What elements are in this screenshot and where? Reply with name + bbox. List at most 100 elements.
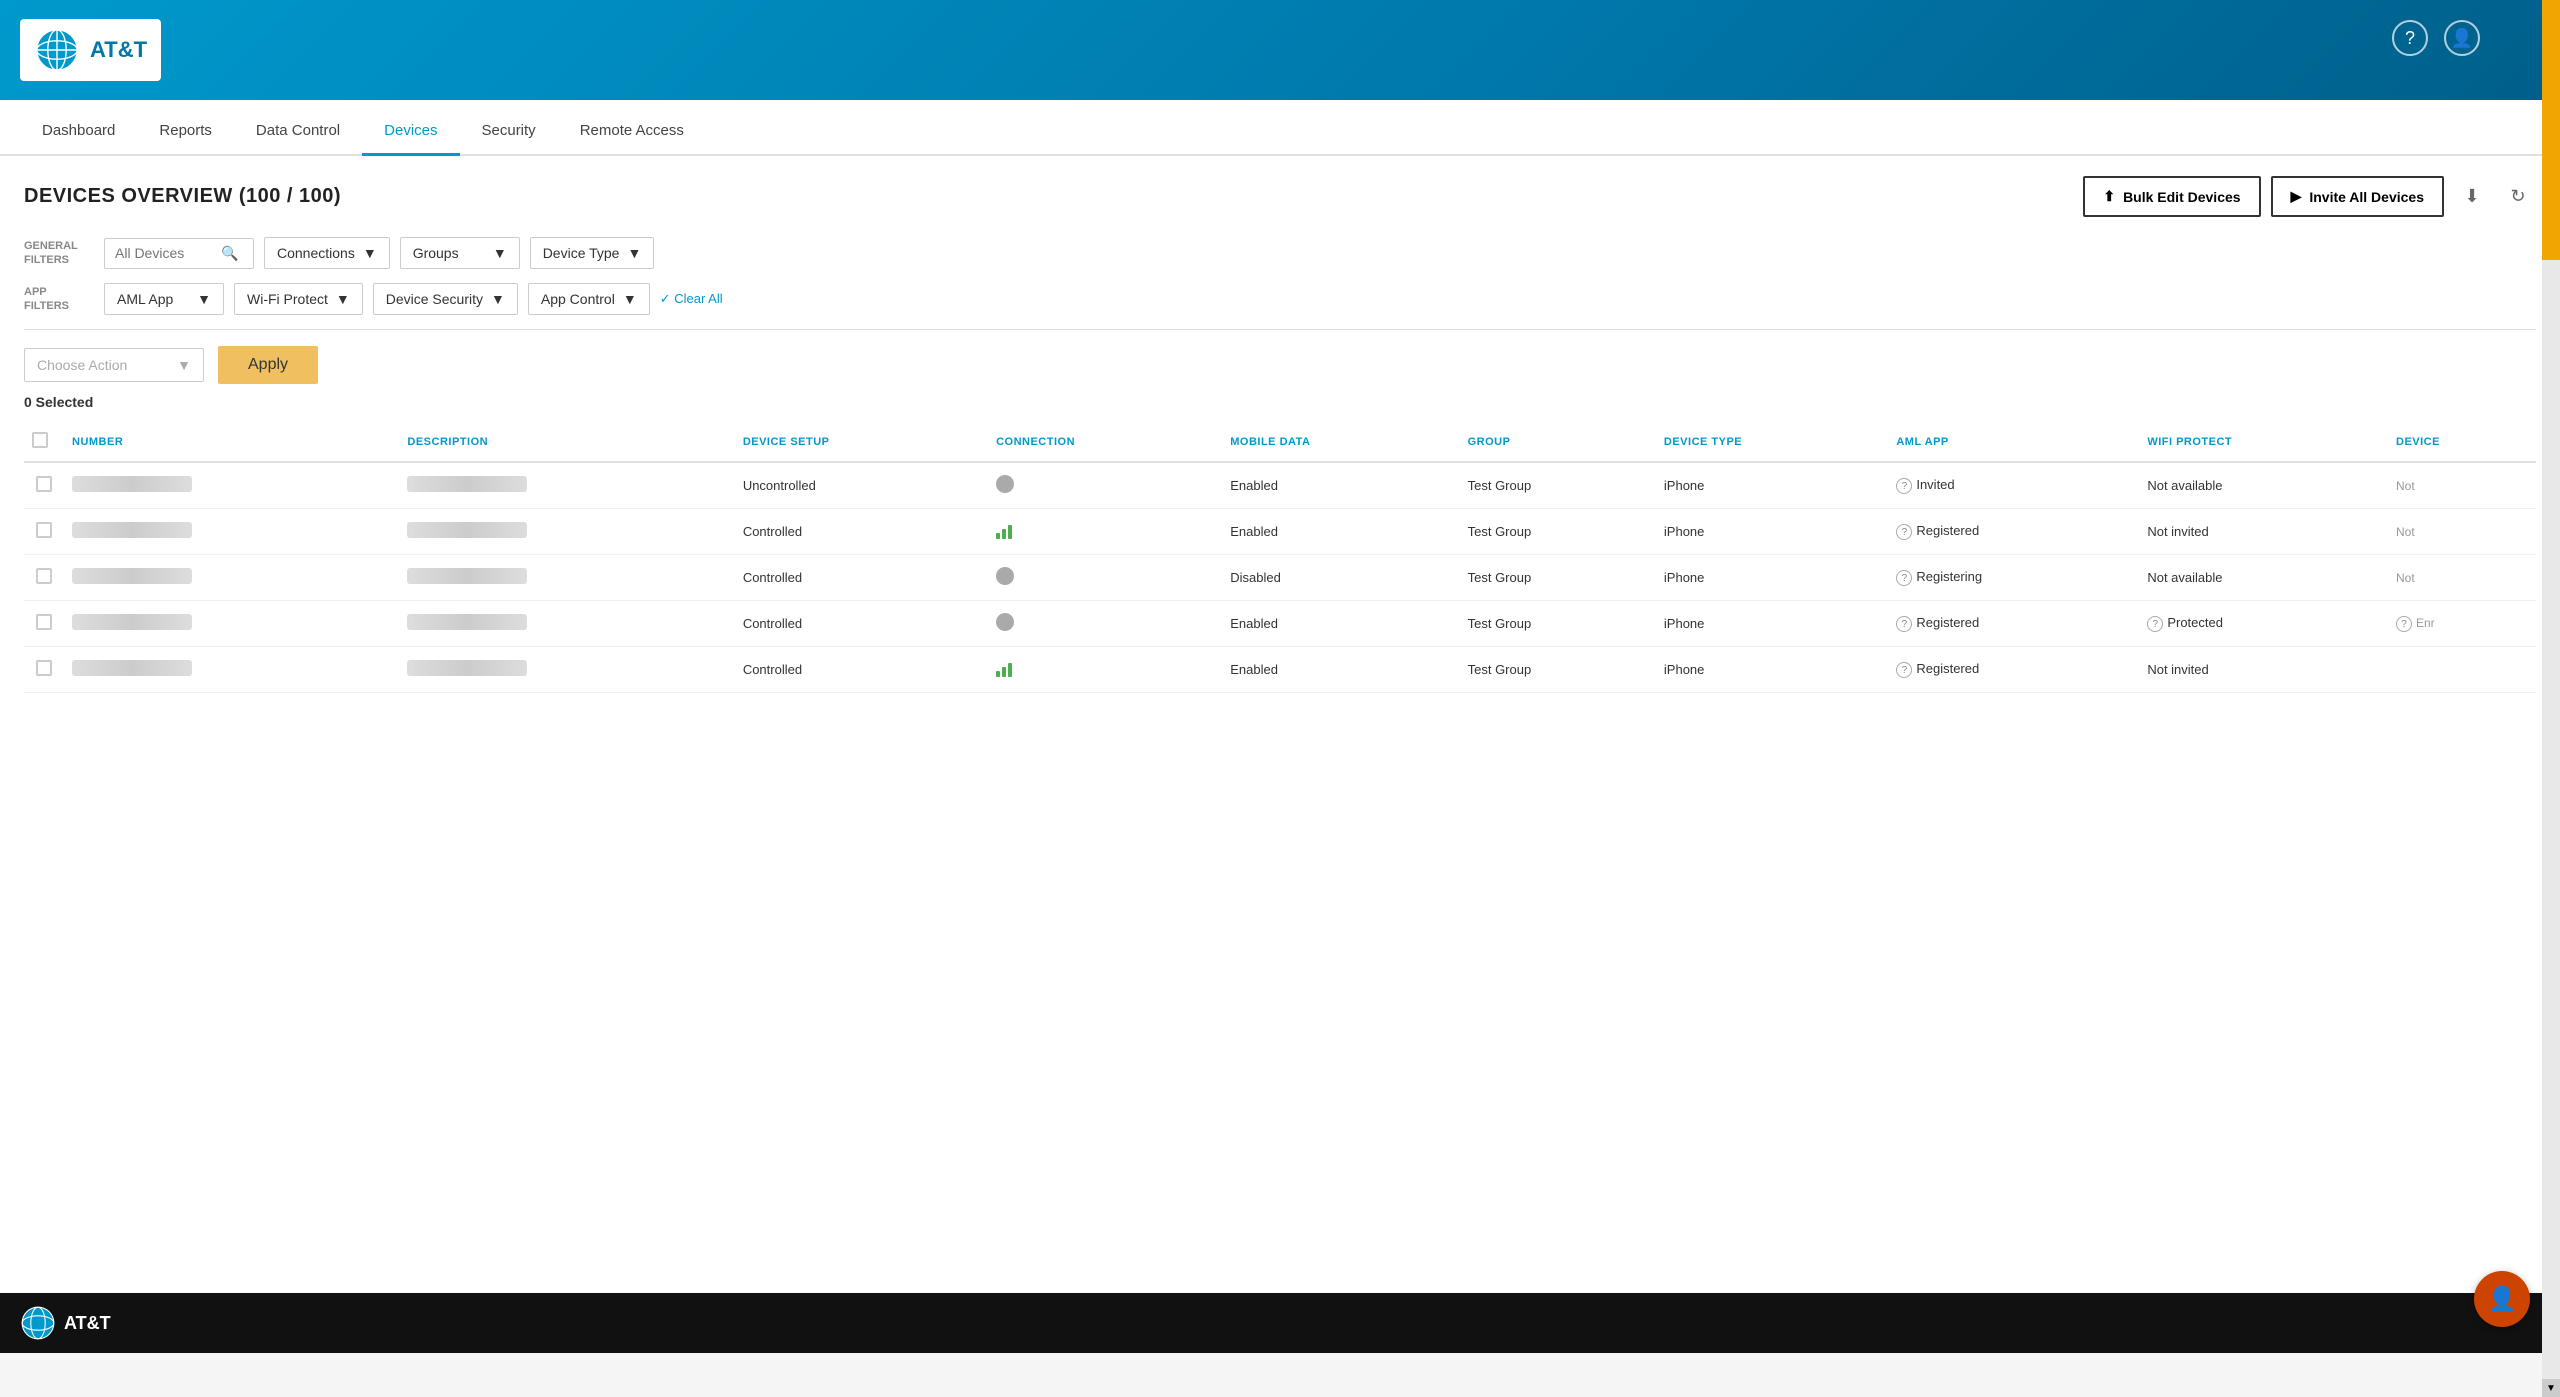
header-icons: ? 👤: [2392, 20, 2480, 56]
row-aml-app-4: ?Registered: [1888, 647, 2139, 693]
row-device-setup-3: Controlled: [735, 601, 988, 647]
table-row: ControlledEnabledTest GroupiPhone?Regist…: [24, 601, 2536, 647]
groups-label: Groups: [413, 245, 459, 261]
nav-item-data-control[interactable]: Data Control: [234, 108, 362, 156]
logo-area: AT&T: [20, 19, 161, 81]
clear-all-link[interactable]: ✓ Clear All: [660, 291, 723, 307]
main-content: DEVICES OVERVIEW (100 / 100) ⬆ Bulk Edit…: [0, 156, 2560, 1293]
row-device-2: Not: [2388, 555, 2536, 601]
nav-item-dashboard[interactable]: Dashboard: [20, 108, 137, 156]
general-filters-label: GENERAL FILTERS: [24, 239, 94, 268]
row-mobile-data-4: Enabled: [1222, 647, 1459, 693]
apply-button[interactable]: Apply: [218, 346, 318, 384]
groups-dropdown[interactable]: Groups ▼: [400, 237, 520, 269]
row-group-0: Test Group: [1460, 462, 1656, 509]
all-devices-search[interactable]: 🔍: [104, 238, 254, 269]
device-help-icon: ?: [2396, 616, 2412, 632]
connections-dropdown[interactable]: Connections ▼: [264, 237, 390, 269]
row-checkbox-3[interactable]: [36, 614, 52, 630]
row-aml-app-3: ?Registered: [1888, 601, 2139, 647]
table-header: NUMBER DESCRIPTION DEVICE SETUP CONNECTI…: [24, 422, 2536, 462]
device-type-chevron-icon: ▼: [627, 245, 641, 261]
wifi-help-icon: ?: [2147, 616, 2163, 632]
row-checkbox-2[interactable]: [36, 568, 52, 584]
select-all-checkbox[interactable]: [32, 432, 48, 448]
nav-item-remote-access[interactable]: Remote Access: [558, 108, 706, 156]
selected-count: 0 Selected: [24, 394, 2536, 410]
user-button[interactable]: 👤: [2444, 20, 2480, 56]
row-device-4: [2388, 647, 2536, 693]
footer-globe-icon: [20, 1305, 56, 1341]
nav-item-security[interactable]: Security: [460, 108, 558, 156]
nav-item-reports[interactable]: Reports: [137, 108, 234, 156]
page-scrollbar[interactable]: ▼: [2542, 0, 2560, 1397]
row-checkbox-4[interactable]: [36, 660, 52, 676]
row-description-4: [407, 660, 527, 676]
row-device-type-2: iPhone: [1656, 555, 1888, 601]
aml-app-dropdown[interactable]: AML App ▼: [104, 283, 224, 315]
row-mobile-data-3: Enabled: [1222, 601, 1459, 647]
col-header-mobile-data: MOBILE DATA: [1222, 422, 1459, 462]
footer-brand-name: AT&T: [64, 1313, 111, 1334]
row-mobile-data-2: Disabled: [1222, 555, 1459, 601]
groups-chevron-icon: ▼: [493, 245, 507, 261]
row-checkbox-1[interactable]: [36, 522, 52, 538]
device-security-dropdown[interactable]: Device Security ▼: [373, 283, 518, 315]
search-icon: 🔍: [221, 245, 238, 262]
col-header-connection: CONNECTION: [988, 422, 1222, 462]
choose-action-placeholder: Choose Action: [37, 357, 127, 373]
row-wifi-protect-3: ?Protected: [2139, 601, 2388, 647]
page-title: DEVICES OVERVIEW (100 / 100): [24, 185, 341, 208]
col-header-checkbox: [24, 422, 64, 462]
choose-action-select[interactable]: Choose Action ▼: [24, 348, 204, 382]
aml-help-icon: ?: [1896, 570, 1912, 586]
table-row: Controlled EnabledTest GroupiPhone?Regis…: [24, 647, 2536, 693]
search-input[interactable]: [115, 245, 215, 261]
row-group-1: Test Group: [1460, 509, 1656, 555]
app-control-label: App Control: [541, 291, 615, 307]
download-button[interactable]: ⬇: [2454, 179, 2490, 215]
row-device-3: ?Enr: [2388, 601, 2536, 647]
device-type-dropdown[interactable]: Device Type ▼: [530, 237, 655, 269]
app-filters-label: APP FILTERS: [24, 285, 94, 314]
connection-bars-icon: [996, 521, 1012, 539]
chat-avatar-icon: 👤: [2487, 1285, 2517, 1314]
filter-divider: [24, 329, 2536, 330]
wifi-protect-dropdown[interactable]: Wi-Fi Protect ▼: [234, 283, 363, 315]
row-device-setup-1: Controlled: [735, 509, 988, 555]
row-device-1: Not: [2388, 509, 2536, 555]
help-button[interactable]: ?: [2392, 20, 2428, 56]
aml-app-chevron-icon: ▼: [197, 291, 211, 307]
att-globe-icon: [34, 27, 80, 73]
footer-logo: AT&T: [20, 1305, 111, 1341]
wifi-protect-label: Wi-Fi Protect: [247, 291, 328, 307]
device-type-label: Device Type: [543, 245, 620, 261]
chat-bubble[interactable]: 👤: [2474, 1271, 2530, 1327]
nav-item-devices[interactable]: Devices: [362, 108, 459, 156]
row-device-type-1: iPhone: [1656, 509, 1888, 555]
scroll-down-arrow[interactable]: ▼: [2542, 1379, 2560, 1397]
row-connection-4: [988, 647, 1222, 693]
col-header-description: DESCRIPTION: [399, 422, 734, 462]
row-wifi-protect-2: Not available: [2139, 555, 2388, 601]
row-device-type-3: iPhone: [1656, 601, 1888, 647]
clear-all-label: Clear All: [674, 291, 722, 306]
row-checkbox-0[interactable]: [36, 476, 52, 492]
col-header-aml-app: AML APP: [1888, 422, 2139, 462]
invite-all-icon: ▶: [2291, 188, 2302, 205]
bulk-edit-button[interactable]: ⬆ Bulk Edit Devices: [2083, 176, 2260, 217]
col-header-device-setup: DEVICE SETUP: [735, 422, 988, 462]
invite-all-label: Invite All Devices: [2309, 189, 2424, 205]
invite-all-button[interactable]: ▶ Invite All Devices: [2271, 176, 2444, 217]
table-row: UncontrolledEnabledTest GroupiPhone?Invi…: [24, 462, 2536, 509]
refresh-button[interactable]: ↻: [2500, 179, 2536, 215]
col-header-wifi-protect: WIFI PROTECT: [2139, 422, 2388, 462]
row-group-4: Test Group: [1460, 647, 1656, 693]
footer: AT&T: [0, 1293, 2560, 1353]
devices-table: NUMBER DESCRIPTION DEVICE SETUP CONNECTI…: [24, 422, 2536, 693]
row-device-type-4: iPhone: [1656, 647, 1888, 693]
connections-chevron-icon: ▼: [363, 245, 377, 261]
app-control-dropdown[interactable]: App Control ▼: [528, 283, 650, 315]
row-group-2: Test Group: [1460, 555, 1656, 601]
row-number-2: [72, 568, 192, 584]
